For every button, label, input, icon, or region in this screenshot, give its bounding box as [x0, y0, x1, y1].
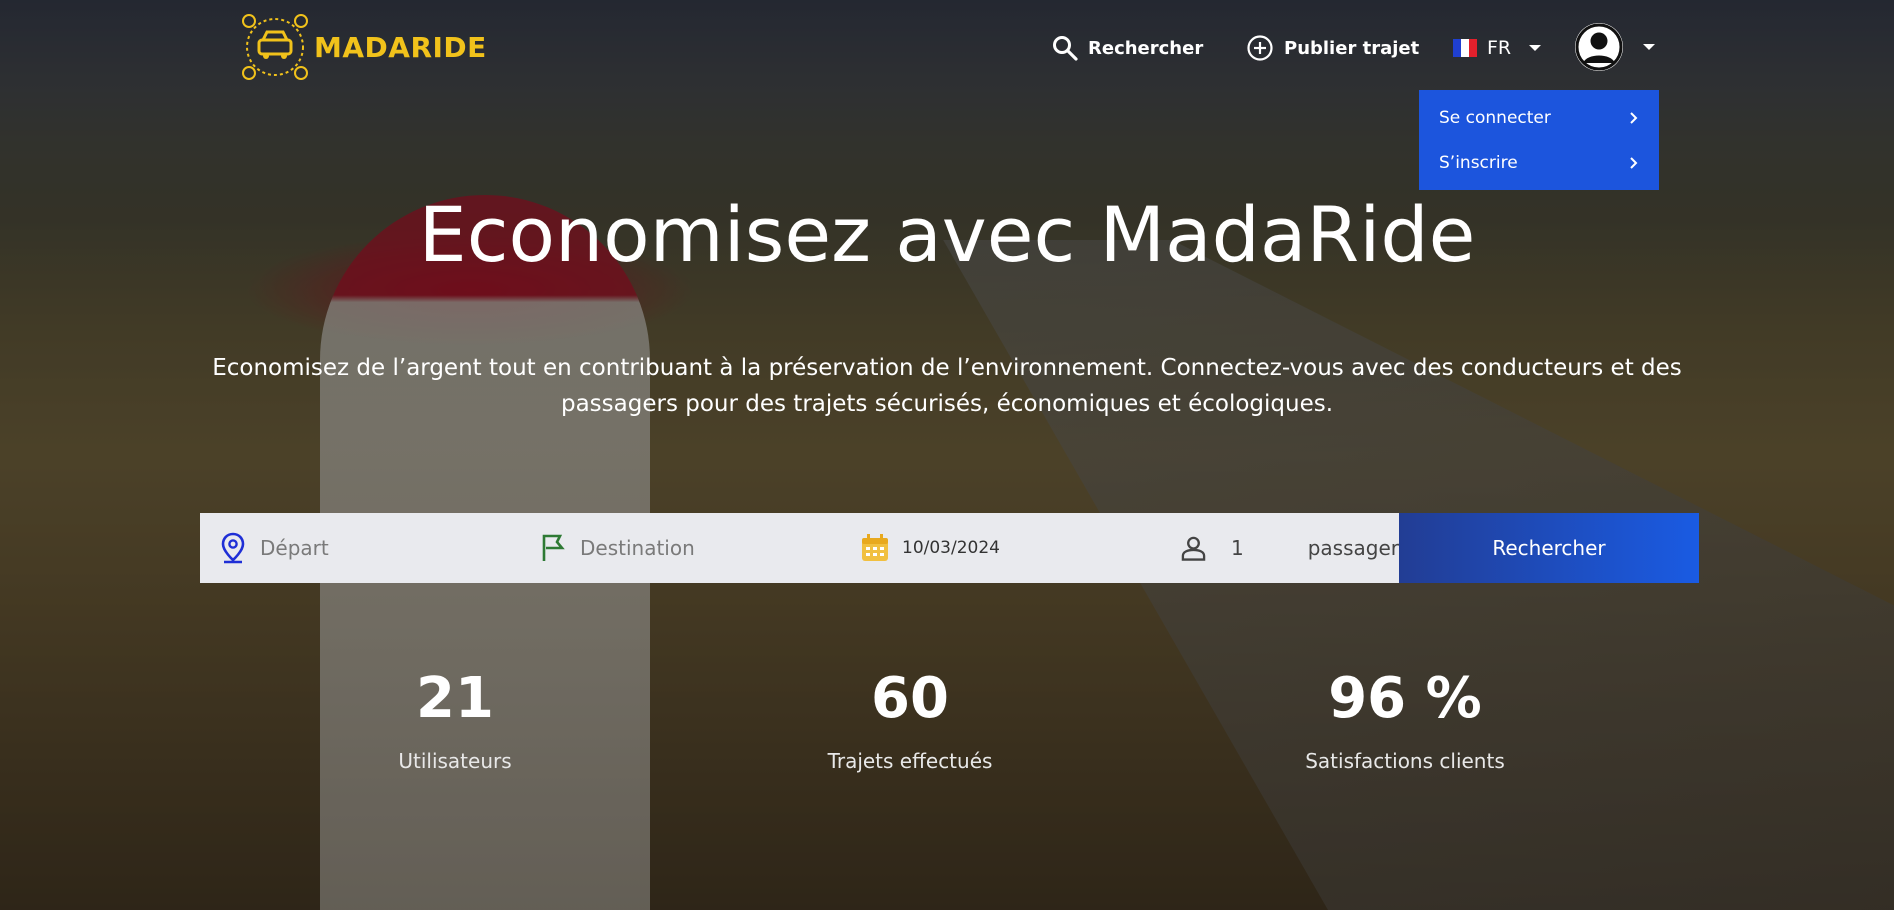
passenger-label: passager — [1307, 536, 1399, 560]
caret-down-icon — [1643, 44, 1655, 50]
person-icon — [1181, 536, 1206, 561]
trip-search-bar: 10/03/2024 1 passager Rechercher — [200, 513, 1699, 583]
nav-search-label: Rechercher — [1088, 37, 1204, 59]
stat-label: Trajets effectués — [827, 749, 993, 773]
chevron-right-icon — [1630, 111, 1638, 124]
brand-name: MADARIDE — [314, 30, 487, 64]
user-silhouette-icon — [1575, 23, 1623, 71]
date-value: 10/03/2024 — [902, 538, 1000, 558]
destination-input[interactable] — [578, 535, 812, 561]
search-button[interactable]: Rechercher — [1399, 513, 1699, 583]
stat-label: Utilisateurs — [398, 749, 512, 773]
avatar — [1575, 23, 1623, 71]
calendar-icon — [862, 534, 888, 561]
destination-field — [520, 513, 840, 583]
menu-item-login[interactable]: Se connecter — [1419, 95, 1659, 140]
car-logo-icon — [242, 14, 308, 80]
language-selector[interactable]: FR — [1453, 30, 1542, 66]
french-flag-icon — [1453, 39, 1477, 57]
stat-value: 96 % — [1328, 666, 1482, 731]
hero-subtitle: Economisez de l’argent tout en contribua… — [212, 355, 1682, 417]
departure-field — [200, 513, 520, 583]
stat-value: 21 — [416, 666, 494, 731]
flag-icon — [542, 534, 565, 561]
menu-item-label: Se connecter — [1439, 107, 1551, 128]
stat-users: 21 Utilisateurs — [285, 663, 625, 773]
plus-circle-icon — [1247, 35, 1273, 61]
passenger-count: 1 — [1230, 536, 1244, 560]
brand-logo[interactable]: MADARIDE — [240, 12, 487, 82]
nav-publish-label: Publier trajet — [1284, 37, 1420, 59]
passenger-field[interactable]: 1 passager — [1160, 513, 1399, 583]
departure-input[interactable] — [258, 535, 492, 561]
stat-satisfaction: 96 % Satisfactions clients — [1235, 663, 1575, 773]
menu-item-register[interactable]: S’inscrire — [1419, 140, 1659, 185]
location-pin-icon — [221, 532, 245, 564]
user-menu-toggle[interactable] — [1575, 22, 1655, 72]
hero-title: Economisez avec MadaRide — [418, 190, 1476, 279]
stat-value: 60 — [871, 666, 949, 731]
nav-publish-link[interactable]: Publier trajet — [1246, 30, 1419, 66]
menu-item-label: S’inscrire — [1439, 152, 1518, 173]
language-code: FR — [1487, 37, 1512, 59]
stat-trips: 60 Trajets effectués — [740, 663, 1080, 773]
nav-search-link[interactable]: Rechercher — [1052, 30, 1203, 66]
search-icon — [1053, 36, 1078, 61]
chevron-right-icon — [1630, 156, 1638, 169]
user-dropdown-menu: Se connecter S’inscrire — [1419, 90, 1659, 190]
stat-label: Satisfactions clients — [1305, 749, 1505, 773]
caret-down-icon — [1529, 45, 1542, 51]
date-field[interactable]: 10/03/2024 — [840, 513, 1160, 583]
